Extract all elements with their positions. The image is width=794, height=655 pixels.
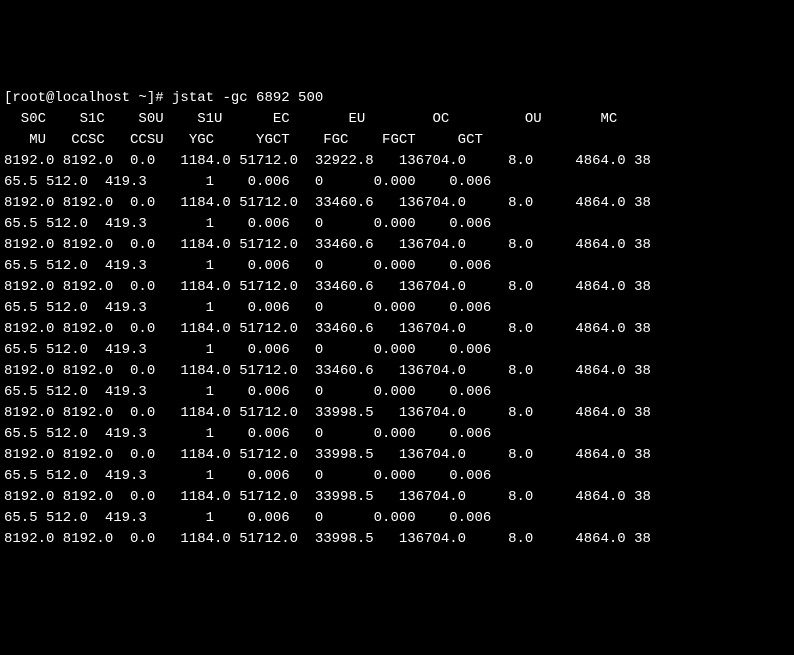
command-text: jstat -gc 6892 500 <box>172 90 323 106</box>
table-row: 65.5 512.0 419.3 1 0.006 0 0.000 0.006 <box>4 298 790 319</box>
table-row: 8192.0 8192.0 0.0 1184.0 51712.0 33460.6… <box>4 319 790 340</box>
table-row: 65.5 512.0 419.3 1 0.006 0 0.000 0.006 <box>4 466 790 487</box>
table-header-1: S0C S1C S0U S1U EC EU OC OU MC <box>4 109 790 130</box>
table-row: 65.5 512.0 419.3 1 0.006 0 0.000 0.006 <box>4 340 790 361</box>
table-row: 8192.0 8192.0 0.0 1184.0 51712.0 32922.8… <box>4 151 790 172</box>
table-row: 65.5 512.0 419.3 1 0.006 0 0.000 0.006 <box>4 382 790 403</box>
table-row: 8192.0 8192.0 0.0 1184.0 51712.0 33460.6… <box>4 277 790 298</box>
command-line[interactable]: [root@localhost ~]# jstat -gc 6892 500 <box>4 88 790 109</box>
table-row: 8192.0 8192.0 0.0 1184.0 51712.0 33998.5… <box>4 529 790 550</box>
table-row: 65.5 512.0 419.3 1 0.006 0 0.000 0.006 <box>4 214 790 235</box>
table-row: 65.5 512.0 419.3 1 0.006 0 0.000 0.006 <box>4 172 790 193</box>
table-row: 65.5 512.0 419.3 1 0.006 0 0.000 0.006 <box>4 424 790 445</box>
table-row: 8192.0 8192.0 0.0 1184.0 51712.0 33460.6… <box>4 235 790 256</box>
table-row: 8192.0 8192.0 0.0 1184.0 51712.0 33998.5… <box>4 445 790 466</box>
table-row: 65.5 512.0 419.3 1 0.006 0 0.000 0.006 <box>4 256 790 277</box>
table-row: 65.5 512.0 419.3 1 0.006 0 0.000 0.006 <box>4 508 790 529</box>
shell-prompt: [root@localhost ~]# <box>4 90 172 106</box>
table-row: 8192.0 8192.0 0.0 1184.0 51712.0 33460.6… <box>4 361 790 382</box>
terminal-output[interactable]: [root@localhost ~]# jstat -gc 6892 500 S… <box>4 88 790 550</box>
table-header-2: MU CCSC CCSU YGC YGCT FGC FGCT GCT <box>4 130 790 151</box>
table-row: 8192.0 8192.0 0.0 1184.0 51712.0 33460.6… <box>4 193 790 214</box>
table-row: 8192.0 8192.0 0.0 1184.0 51712.0 33998.5… <box>4 487 790 508</box>
table-row: 8192.0 8192.0 0.0 1184.0 51712.0 33998.5… <box>4 403 790 424</box>
